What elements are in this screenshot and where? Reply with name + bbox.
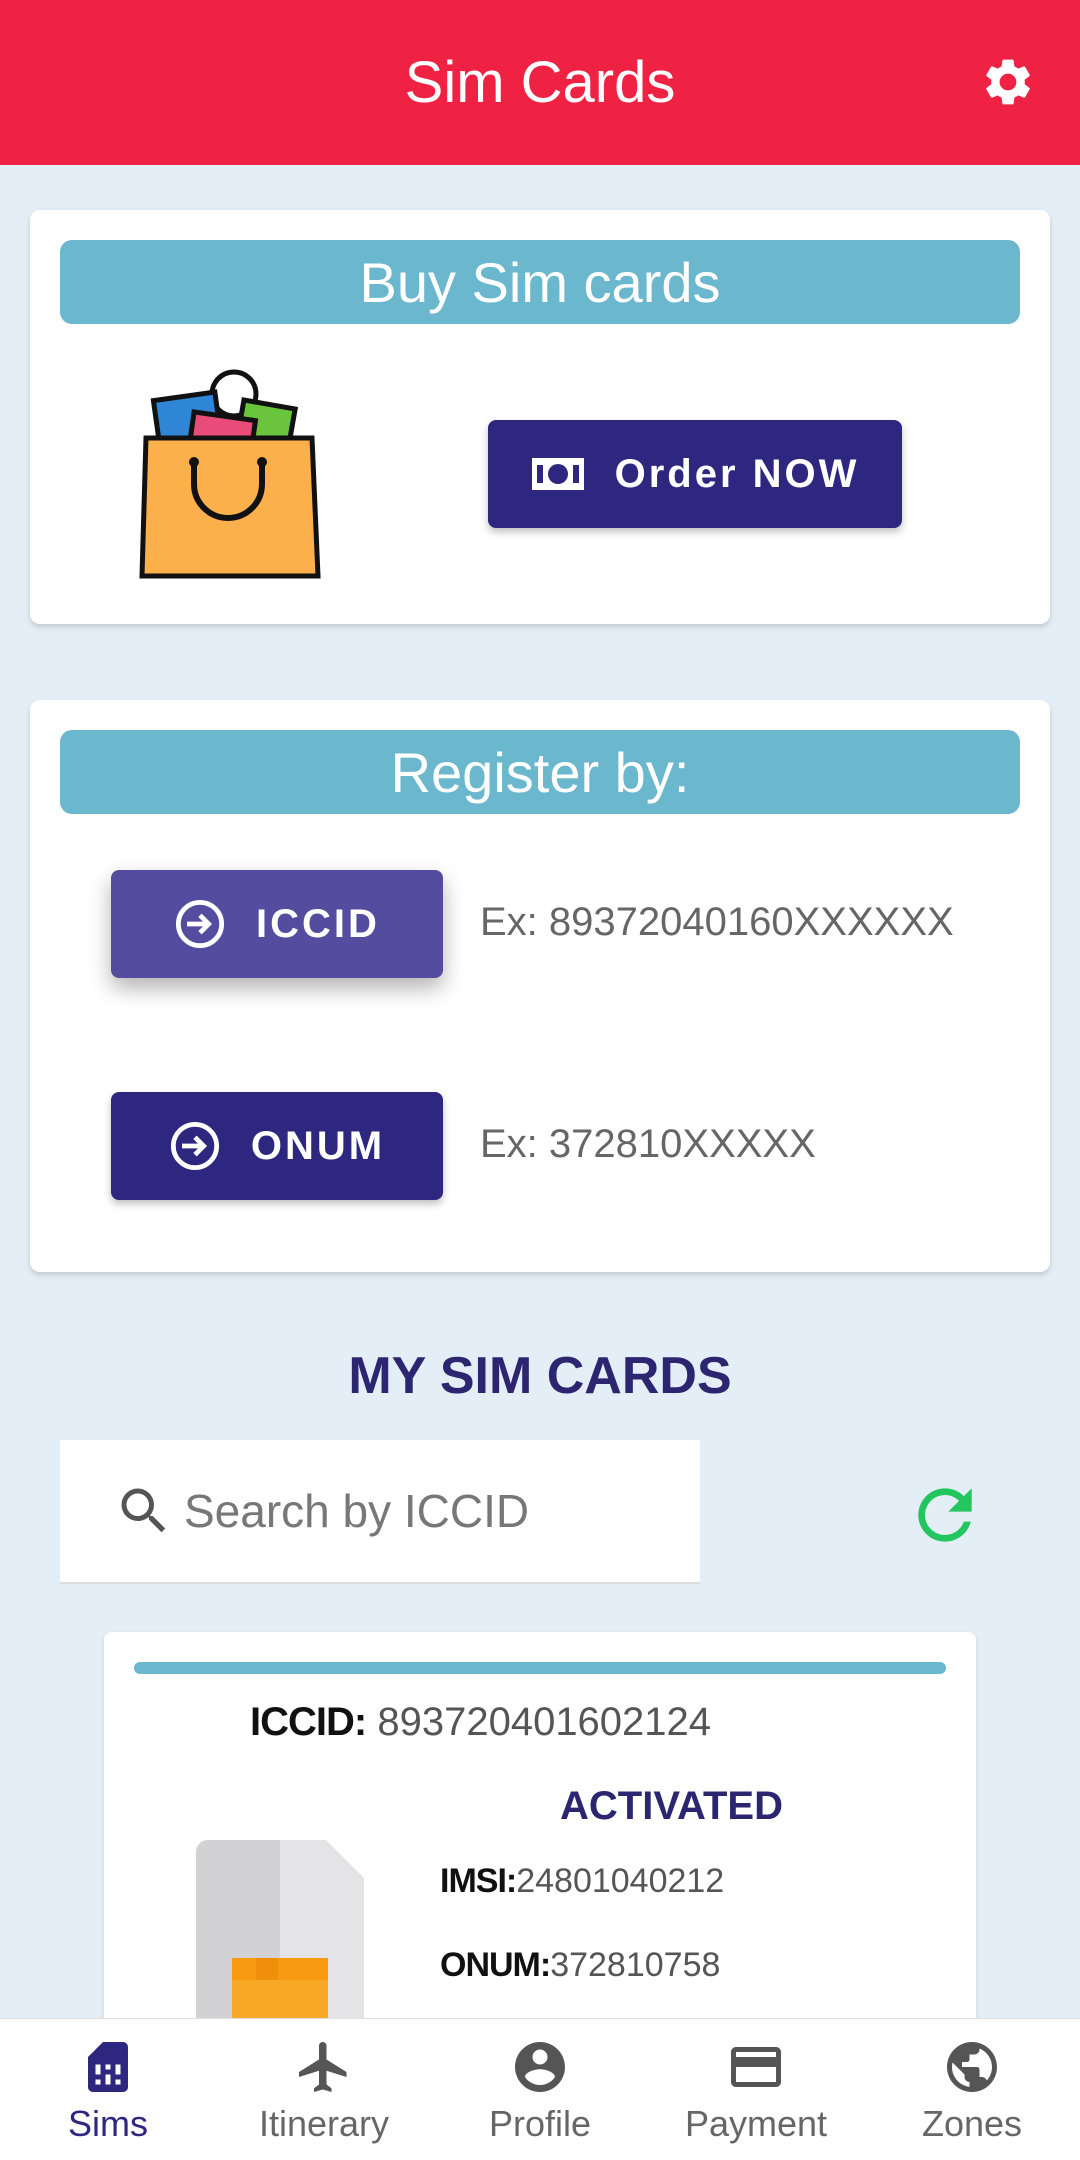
nav-item-sims[interactable]: Sims (0, 2019, 216, 2145)
buy-sim-card: Buy Sim cards Order NOW (30, 210, 1050, 624)
register-onum-button[interactable]: ONUM (111, 1092, 443, 1200)
my-sim-cards-title: MY SIM CARDS (348, 1347, 732, 1405)
app-bar: Sim Cards (0, 0, 1080, 165)
register-iccid-button[interactable]: ICCID (111, 870, 443, 978)
register-card-header: Register by: (60, 730, 1020, 814)
nav-label-sims: Sims (68, 2103, 148, 2144)
globe-icon (947, 2042, 997, 2092)
money-icon (531, 457, 585, 491)
nav-item-profile[interactable]: Profile (432, 2019, 648, 2145)
bottom-navigation: Sims Itinerary Profile Payment Zones (0, 2018, 1080, 2160)
page-title: Sim Cards (404, 50, 676, 115)
search-input[interactable] (184, 1484, 684, 1538)
sim-chip-icon (196, 1840, 364, 2032)
login-icon (174, 898, 226, 950)
login-icon (169, 1120, 221, 1172)
nav-label-payment: Payment (684, 2103, 828, 2144)
refresh-button[interactable] (905, 1475, 985, 1555)
search-box[interactable] (60, 1440, 700, 1584)
sim-imsi-label: IMSI: (440, 1862, 517, 1900)
gear-icon (986, 59, 1030, 105)
order-now-label: Order NOW (614, 451, 860, 496)
sim-onum: ONUM:372810758 (440, 1946, 720, 1985)
credit-card-icon (731, 2047, 781, 2087)
buy-card-header: Buy Sim cards (60, 240, 1020, 324)
order-now-button[interactable]: Order NOW (488, 420, 902, 528)
shopping-bag-icon (139, 369, 321, 579)
airplane-icon (299, 2042, 347, 2092)
sim-onum-value: 372810758 (550, 1946, 721, 1984)
settings-button[interactable] (976, 50, 1040, 114)
register-card: Register by: ICCID Ex: 89372040160XXXXXX… (30, 700, 1050, 1272)
sim-iccid: ICCID: 893720401602124 (250, 1700, 711, 1745)
sim-iccid-label: ICCID: (250, 1700, 367, 1744)
nav-label-profile: Profile (488, 2103, 592, 2144)
nav-item-zones[interactable]: Zones (864, 2019, 1080, 2145)
sim-card-icon (88, 2042, 128, 2092)
search-icon (121, 1488, 166, 1533)
refresh-icon (918, 1488, 972, 1542)
onum-button-label: ONUM (250, 1123, 386, 1168)
iccid-button-label: ICCID (256, 901, 380, 946)
sim-imsi: IMSI:24801040212 (440, 1862, 724, 1901)
sim-onum-label: ONUM: (440, 1946, 551, 1984)
iccid-hint: Ex: 89372040160XXXXXX (480, 900, 954, 944)
nav-item-itinerary[interactable]: Itinerary (216, 2019, 432, 2145)
sim-imsi-value: 24801040212 (516, 1862, 725, 1900)
status-badge: ACTIVATED (560, 1784, 783, 1828)
nav-label-itinerary: Itinerary (258, 2103, 390, 2144)
account-circle-icon (515, 2042, 565, 2092)
sim-card-item[interactable]: ICCID: 893720401602124 ACTIVATED IMSI:24… (104, 1632, 976, 2032)
sim-card-accent-bar (134, 1662, 946, 1674)
nav-item-payment[interactable]: Payment (648, 2019, 864, 2145)
sim-iccid-value: 893720401602124 (377, 1700, 712, 1744)
nav-label-zones: Zones (921, 2103, 1023, 2144)
onum-hint: Ex: 372810XXXXX (480, 1122, 816, 1166)
